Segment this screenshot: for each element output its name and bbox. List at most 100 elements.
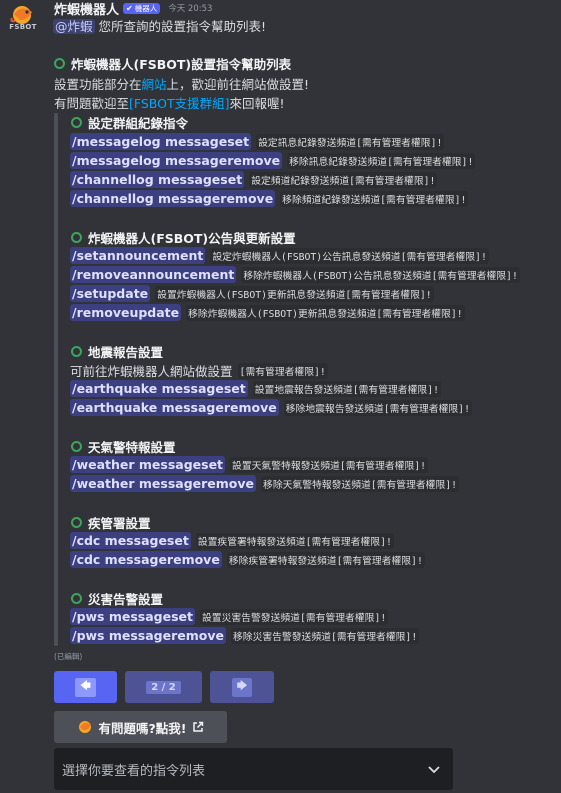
note-post: 做設置 — [195, 364, 233, 379]
username[interactable]: 炸蝦機器人 — [54, 0, 119, 18]
bot-badge-label: 機器人 — [134, 3, 158, 13]
section-title-text: 災害告警設置 — [88, 592, 164, 607]
note-pre: 可前往 — [70, 364, 108, 379]
command-code[interactable]: /channellog messageset — [70, 171, 245, 188]
section-title-text: 地震報告設置 — [88, 345, 164, 360]
reply-text: 您所查詢的設置指令幫助列表! — [94, 19, 267, 34]
help-button-label: 有問題嗎?點我! — [98, 720, 187, 736]
embed-title: 炸蝦機器人(FSBOT)設置指令幫助列表 — [54, 54, 291, 73]
page-indicator-label: 2 / 2 — [146, 680, 181, 694]
command-code[interactable]: /removeupdate — [70, 304, 182, 321]
green-circle-icon — [71, 517, 82, 528]
command-description: 移除訊息紀錄發送頻道[需有管理者權限]! — [287, 152, 476, 169]
verified-check-icon: ✔ — [126, 3, 133, 13]
section-title-text: 設定群組紀錄指令 — [88, 116, 189, 131]
previous-page-button[interactable]: 🡄 — [54, 671, 117, 703]
help-link-button[interactable]: 有問題嗎?點我! — [54, 711, 227, 743]
command-description: 移除地震報告發送頻道[需有管理者權限]! — [283, 399, 472, 416]
earthquake-note: 可前往 炸蝦機器人網站 做設置 [需有管理者權限]! — [70, 361, 328, 380]
command-row: /setannouncement 設定炸蝦機器人(FSBOT)公告訊息發送頻道[… — [70, 247, 489, 264]
command-code[interactable]: /pws messageset — [70, 608, 195, 625]
command-description: 設定訊息紀錄發送頻道[需有管理者權限]! — [256, 133, 445, 150]
green-circle-icon — [71, 346, 82, 357]
command-row: /cdc messageset 設置疾管署特報發送頻道[需有管理者權限]! — [70, 532, 394, 549]
command-description: 設定頻道紀錄發送頻道[需有管理者權限]! — [249, 171, 438, 188]
next-page-button[interactable]: 🡆 — [210, 671, 274, 703]
intro2-post: 來回報喔! — [229, 96, 285, 111]
command-row: /removeannouncement 移除炸蝦機器人(FSBOT)公告訊息發送… — [70, 266, 520, 283]
external-link-icon — [193, 721, 204, 732]
section-title-text: 疾管署設置 — [88, 516, 151, 531]
section-title-weather: 天氣警特報設置 — [71, 437, 176, 456]
section-title-earthquake: 地震報告設置 — [71, 342, 163, 361]
command-code[interactable]: /messagelog messageset — [70, 133, 252, 150]
command-code[interactable]: /removeannouncement — [70, 266, 237, 283]
green-circle-icon — [54, 58, 65, 69]
message-header: 炸蝦機器人 ✔ 機器人 今天 20:53 — [54, 0, 213, 18]
command-row: /earthquake messageset 設置地震報告發送頻道[需有管理者權… — [70, 380, 441, 397]
chevron-down-icon — [428, 766, 440, 774]
command-row: /pws messageset 設置災害告警發送頻道[需有管理者權限]! — [70, 608, 389, 625]
bot-website-link[interactable]: 炸蝦機器人網站 — [108, 361, 196, 380]
edited-label: (已編輯) — [54, 652, 83, 661]
green-circle-icon — [71, 441, 82, 452]
command-description: 移除疾管署特報發送頻道[需有管理者權限]! — [226, 551, 425, 568]
page-indicator-button[interactable]: 2 / 2 — [125, 671, 202, 703]
command-description: 設置天氣警特報發送頻道[需有管理者權限]! — [230, 456, 429, 473]
select-placeholder: 選擇你要查看的指令列表 — [62, 763, 206, 779]
command-code[interactable]: /earthquake messageremove — [70, 399, 279, 416]
intro2-pre: 有問題歡迎至 — [54, 96, 130, 111]
bot-badge: ✔ 機器人 — [123, 2, 161, 14]
command-row: /channellog messageremove 移除頻道紀錄發送頻道[需有管… — [70, 190, 469, 207]
command-description: 移除頻道紀錄發送頻道[需有管理者權限]! — [280, 190, 469, 207]
command-code[interactable]: /earthquake messageset — [70, 380, 248, 397]
command-description: 移除天氣警特報發送頻道[需有管理者權限]! — [261, 475, 460, 492]
avatar-label: FSBOT — [9, 23, 37, 31]
green-circle-icon — [71, 593, 82, 604]
reply-line: @炸蝦 您所查詢的設置指令幫助列表! — [53, 16, 266, 35]
message-timestamp: 今天 20:53 — [168, 4, 213, 14]
command-description: 設置災害告警發送頻道[需有管理者權限]! — [200, 608, 389, 625]
command-code[interactable]: /weather messageremove — [70, 475, 257, 492]
command-code[interactable]: /cdc messageset — [70, 532, 191, 549]
green-circle-icon — [71, 117, 82, 128]
blockquote-bar — [54, 113, 58, 646]
command-row: /removeupdate 移除炸蝦機器人(FSBOT)更新訊息發送頻道[需有管… — [70, 304, 465, 321]
command-row: /earthquake messageremove 移除地震報告發送頻道[需有管… — [70, 399, 472, 416]
support-group-link[interactable]: [FSBOT支援群組] — [129, 96, 230, 111]
command-row: /weather messageset 設置天氣警特報發送頻道[需有管理者權限]… — [70, 456, 429, 473]
section-title-group-log: 設定群組紀錄指令 — [71, 113, 188, 132]
intro1-post: 上，歡迎前往網站做設置! — [166, 77, 310, 92]
command-description: 移除災害告警發送頻道[需有管理者權限]! — [230, 627, 420, 644]
command-code[interactable]: /pws messageremove — [70, 627, 226, 644]
green-circle-icon — [71, 232, 82, 243]
command-description: 設置地震報告發送頻道[需有管理者權限]! — [252, 380, 441, 397]
intro-line-1: 設置功能部分在網站上，歡迎前往網站做設置! — [54, 74, 309, 93]
command-code[interactable]: /weather messageset — [70, 456, 226, 473]
command-description: 移除炸蝦機器人(FSBOT)更新訊息發送頻道[需有管理者權限]! — [186, 304, 465, 321]
command-code[interactable]: /cdc messageremove — [70, 551, 222, 568]
command-list-select[interactable]: 選擇你要查看的指令列表 — [54, 748, 453, 790]
command-description: 設定炸蝦機器人(FSBOT)公告訊息發送頻道[需有管理者權限]! — [210, 247, 489, 264]
section-title-text: 天氣警特報設置 — [88, 440, 176, 455]
section-title-pws: 災害告警設置 — [71, 589, 163, 608]
command-row: /cdc messageremove 移除疾管署特報發送頻道[需有管理者權限]! — [70, 551, 425, 568]
command-code[interactable]: /channellog messageremove — [70, 190, 276, 207]
command-code[interactable]: /setupdate — [70, 285, 151, 302]
command-code[interactable]: /setannouncement — [70, 247, 206, 264]
command-row: /channellog messageset 設定頻道紀錄發送頻道[需有管理者權… — [70, 171, 438, 188]
embed-title-text: 炸蝦機器人(FSBOT)設置指令幫助列表 — [71, 57, 292, 72]
command-row: /weather messageremove 移除天氣警特報發送頻道[需有管理者… — [70, 475, 460, 492]
section-title-announcements: 炸蝦機器人(FSBOT)公告與更新設置 — [71, 228, 296, 247]
section-title-cdc: 疾管署設置 — [71, 513, 151, 532]
command-row: /messagelog messageset 設定訊息紀錄發送頻道[需有管理者權… — [70, 133, 445, 150]
command-description: 設置炸蝦機器人(FSBOT)更新訊息發送頻道[需有管理者權限]! — [155, 285, 434, 302]
command-code[interactable]: /messagelog messageremove — [70, 152, 283, 169]
website-link[interactable]: 網站 — [142, 77, 167, 92]
section-title-text: 炸蝦機器人(FSBOT)公告與更新設置 — [88, 231, 296, 246]
user-mention[interactable]: @炸蝦 — [53, 19, 95, 34]
intro-line-2: 有問題歡迎至[FSBOT支援群組]來回報喔! — [54, 93, 285, 112]
command-row: /pws messageremove 移除災害告警發送頻道[需有管理者權限]! — [70, 627, 420, 644]
intro1-pre: 設置功能部分在 — [54, 77, 142, 92]
command-description: 移除炸蝦機器人(FSBOT)公告訊息發送頻道[需有管理者權限]! — [241, 266, 520, 283]
